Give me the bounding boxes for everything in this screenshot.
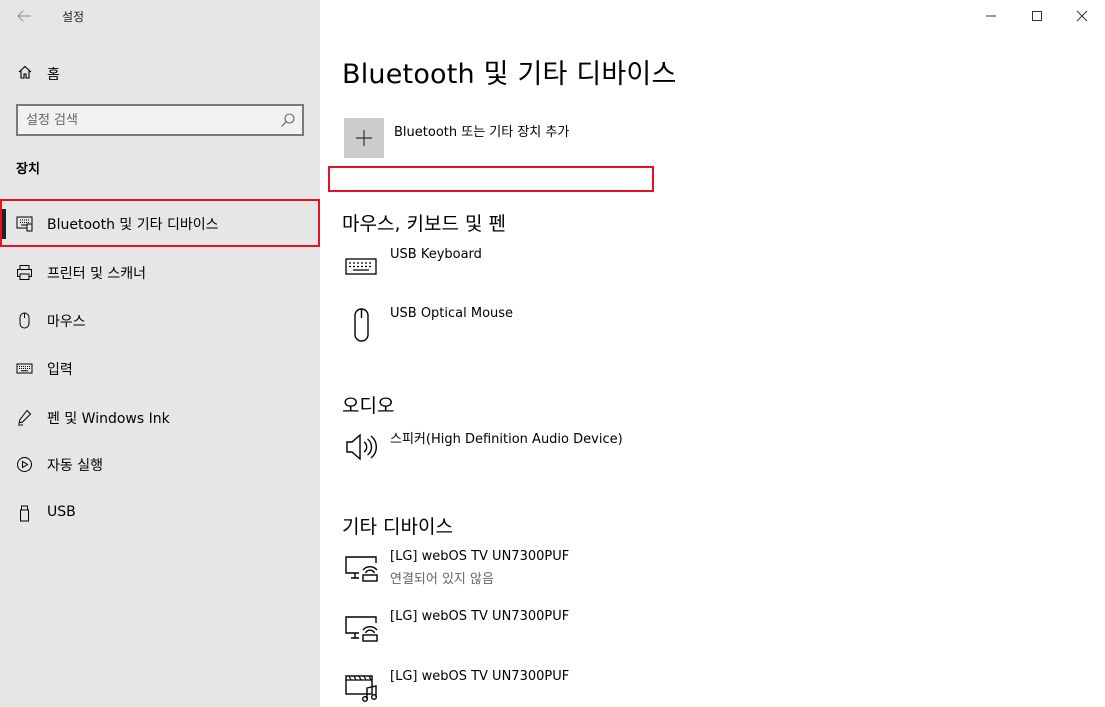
close-icon: [1076, 10, 1088, 22]
section-title: 장치: [16, 162, 40, 177]
sidebar-item-label: 입력: [47, 362, 73, 378]
search-input[interactable]: [26, 111, 276, 129]
back-arrow-icon: [17, 10, 31, 22]
wireless-display-icon: [345, 556, 378, 582]
close-button[interactable]: [1059, 0, 1105, 32]
pen-icon: [18, 409, 32, 426]
keyboard-icon: [345, 258, 377, 275]
device-status: 연결되어 있지 않음: [390, 572, 494, 587]
search-icon[interactable]: [280, 112, 296, 128]
sidebar-item-label: 펜 및 Windows Ink: [47, 411, 170, 427]
home-icon: [18, 65, 32, 79]
device-item[interactable]: 스피커(High Definition Audio Device): [342, 428, 842, 478]
minimize-icon: [986, 15, 996, 17]
sidebar-item-label: 프린터 및 스캐너: [47, 266, 147, 282]
search-box[interactable]: [16, 104, 304, 136]
home-label: 홈: [47, 67, 60, 83]
add-tile[interactable]: [344, 118, 384, 158]
sidebar: 설정 홈 장치 Bluetooth 및 기타 디바이스 프린터 및 스캐너 마우…: [0, 0, 320, 707]
printer-icon: [17, 265, 32, 280]
app-title: 설정: [62, 10, 85, 24]
device-item[interactable]: [LG] webOS TV UN7300PUF 연결되어 있지 않음: [342, 549, 842, 599]
sidebar-item-bluetooth[interactable]: Bluetooth 및 기타 디바이스: [0, 199, 320, 247]
sidebar-item-typing[interactable]: 입력: [0, 344, 320, 392]
device-name: [LG] webOS TV UN7300PUF: [390, 669, 570, 684]
group-title-input-devices: 마우스, 키보드 및 펜: [342, 213, 506, 235]
sidebar-item-label: 마우스: [47, 314, 86, 330]
sidebar-item-pen[interactable]: 펜 및 Windows Ink: [0, 393, 320, 441]
sidebar-item-printers[interactable]: 프린터 및 스캐너: [0, 248, 320, 296]
device-name: [LG] webOS TV UN7300PUF: [390, 609, 570, 624]
sidebar-item-label: Bluetooth 및 기타 디바이스: [47, 217, 219, 233]
mouse-icon: [354, 308, 369, 342]
device-name: USB Optical Mouse: [390, 306, 514, 321]
bluetooth-devices-icon: [16, 216, 33, 232]
sidebar-item-label: USB: [47, 504, 76, 520]
group-title-audio: 오디오: [342, 395, 395, 417]
usb-icon: [20, 505, 29, 522]
back-button[interactable]: [10, 4, 38, 28]
sidebar-item-label: 자동 실행: [47, 458, 103, 474]
speaker-icon: [346, 433, 377, 461]
sidebar-item-usb[interactable]: USB: [0, 489, 320, 537]
device-name: [LG] webOS TV UN7300PUF: [390, 549, 570, 564]
sidebar-item-autoplay[interactable]: 자동 실행: [0, 440, 320, 488]
highlight-box: [328, 166, 654, 192]
home-nav-item[interactable]: 홈: [0, 58, 320, 88]
device-item[interactable]: USB Optical Mouse: [342, 306, 842, 356]
device-item[interactable]: [LG] webOS TV UN7300PUF: [342, 669, 842, 707]
mouse-icon: [19, 312, 30, 329]
autoplay-icon: [17, 457, 32, 472]
media-display-icon: [345, 675, 378, 703]
plus-icon: [356, 130, 372, 146]
selected-indicator: [2, 209, 6, 239]
maximize-button[interactable]: [1014, 0, 1060, 32]
device-name: 스피커(High Definition Audio Device): [390, 432, 623, 447]
add-device-button[interactable]: Bluetooth 또는 기타 장치 추가: [344, 118, 704, 160]
keyboard-icon: [16, 363, 33, 374]
wireless-display-icon: [345, 616, 378, 642]
page-title: Bluetooth 및 기타 디바이스: [342, 59, 677, 90]
sidebar-item-mouse[interactable]: 마우스: [0, 296, 320, 344]
add-device-label: Bluetooth 또는 기타 장치 추가: [394, 125, 570, 140]
group-title-other-devices: 기타 디바이스: [342, 516, 453, 538]
device-item[interactable]: USB Keyboard: [342, 247, 842, 297]
maximize-icon: [1032, 11, 1042, 21]
minimize-button[interactable]: [968, 0, 1014, 32]
device-item[interactable]: [LG] webOS TV UN7300PUF: [342, 609, 842, 659]
device-name: USB Keyboard: [390, 247, 482, 262]
title-bar: 설정: [0, 0, 320, 32]
